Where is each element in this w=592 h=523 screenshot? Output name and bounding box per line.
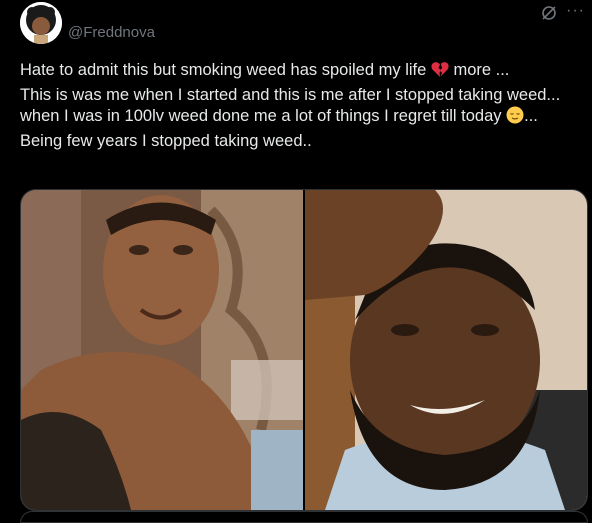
relieved-face-icon: [506, 106, 524, 131]
user-handle[interactable]: @Freddnova: [68, 24, 155, 41]
avatar-illustration: [20, 2, 62, 44]
tweet-line: Hate to admit this but smoking weed has …: [20, 60, 580, 85]
tweet-line: Being few years I stopped taking weed..: [20, 131, 312, 150]
tweet-line: This is was me when I started and this i…: [20, 85, 561, 104]
tweet-text: Hate to admit this but smoking weed has …: [20, 60, 580, 152]
media-grid[interactable]: [20, 189, 588, 511]
grok-icon[interactable]: [540, 4, 558, 22]
next-card-edge: [20, 511, 588, 523]
before-photo[interactable]: [21, 190, 303, 510]
tweet-line: when I was in 100lv weed done me a lot o…: [20, 106, 580, 131]
more-options-icon[interactable]: ···: [566, 2, 585, 20]
after-photo[interactable]: [305, 190, 587, 510]
avatar[interactable]: [20, 2, 62, 44]
broken-heart-icon: [431, 61, 449, 85]
